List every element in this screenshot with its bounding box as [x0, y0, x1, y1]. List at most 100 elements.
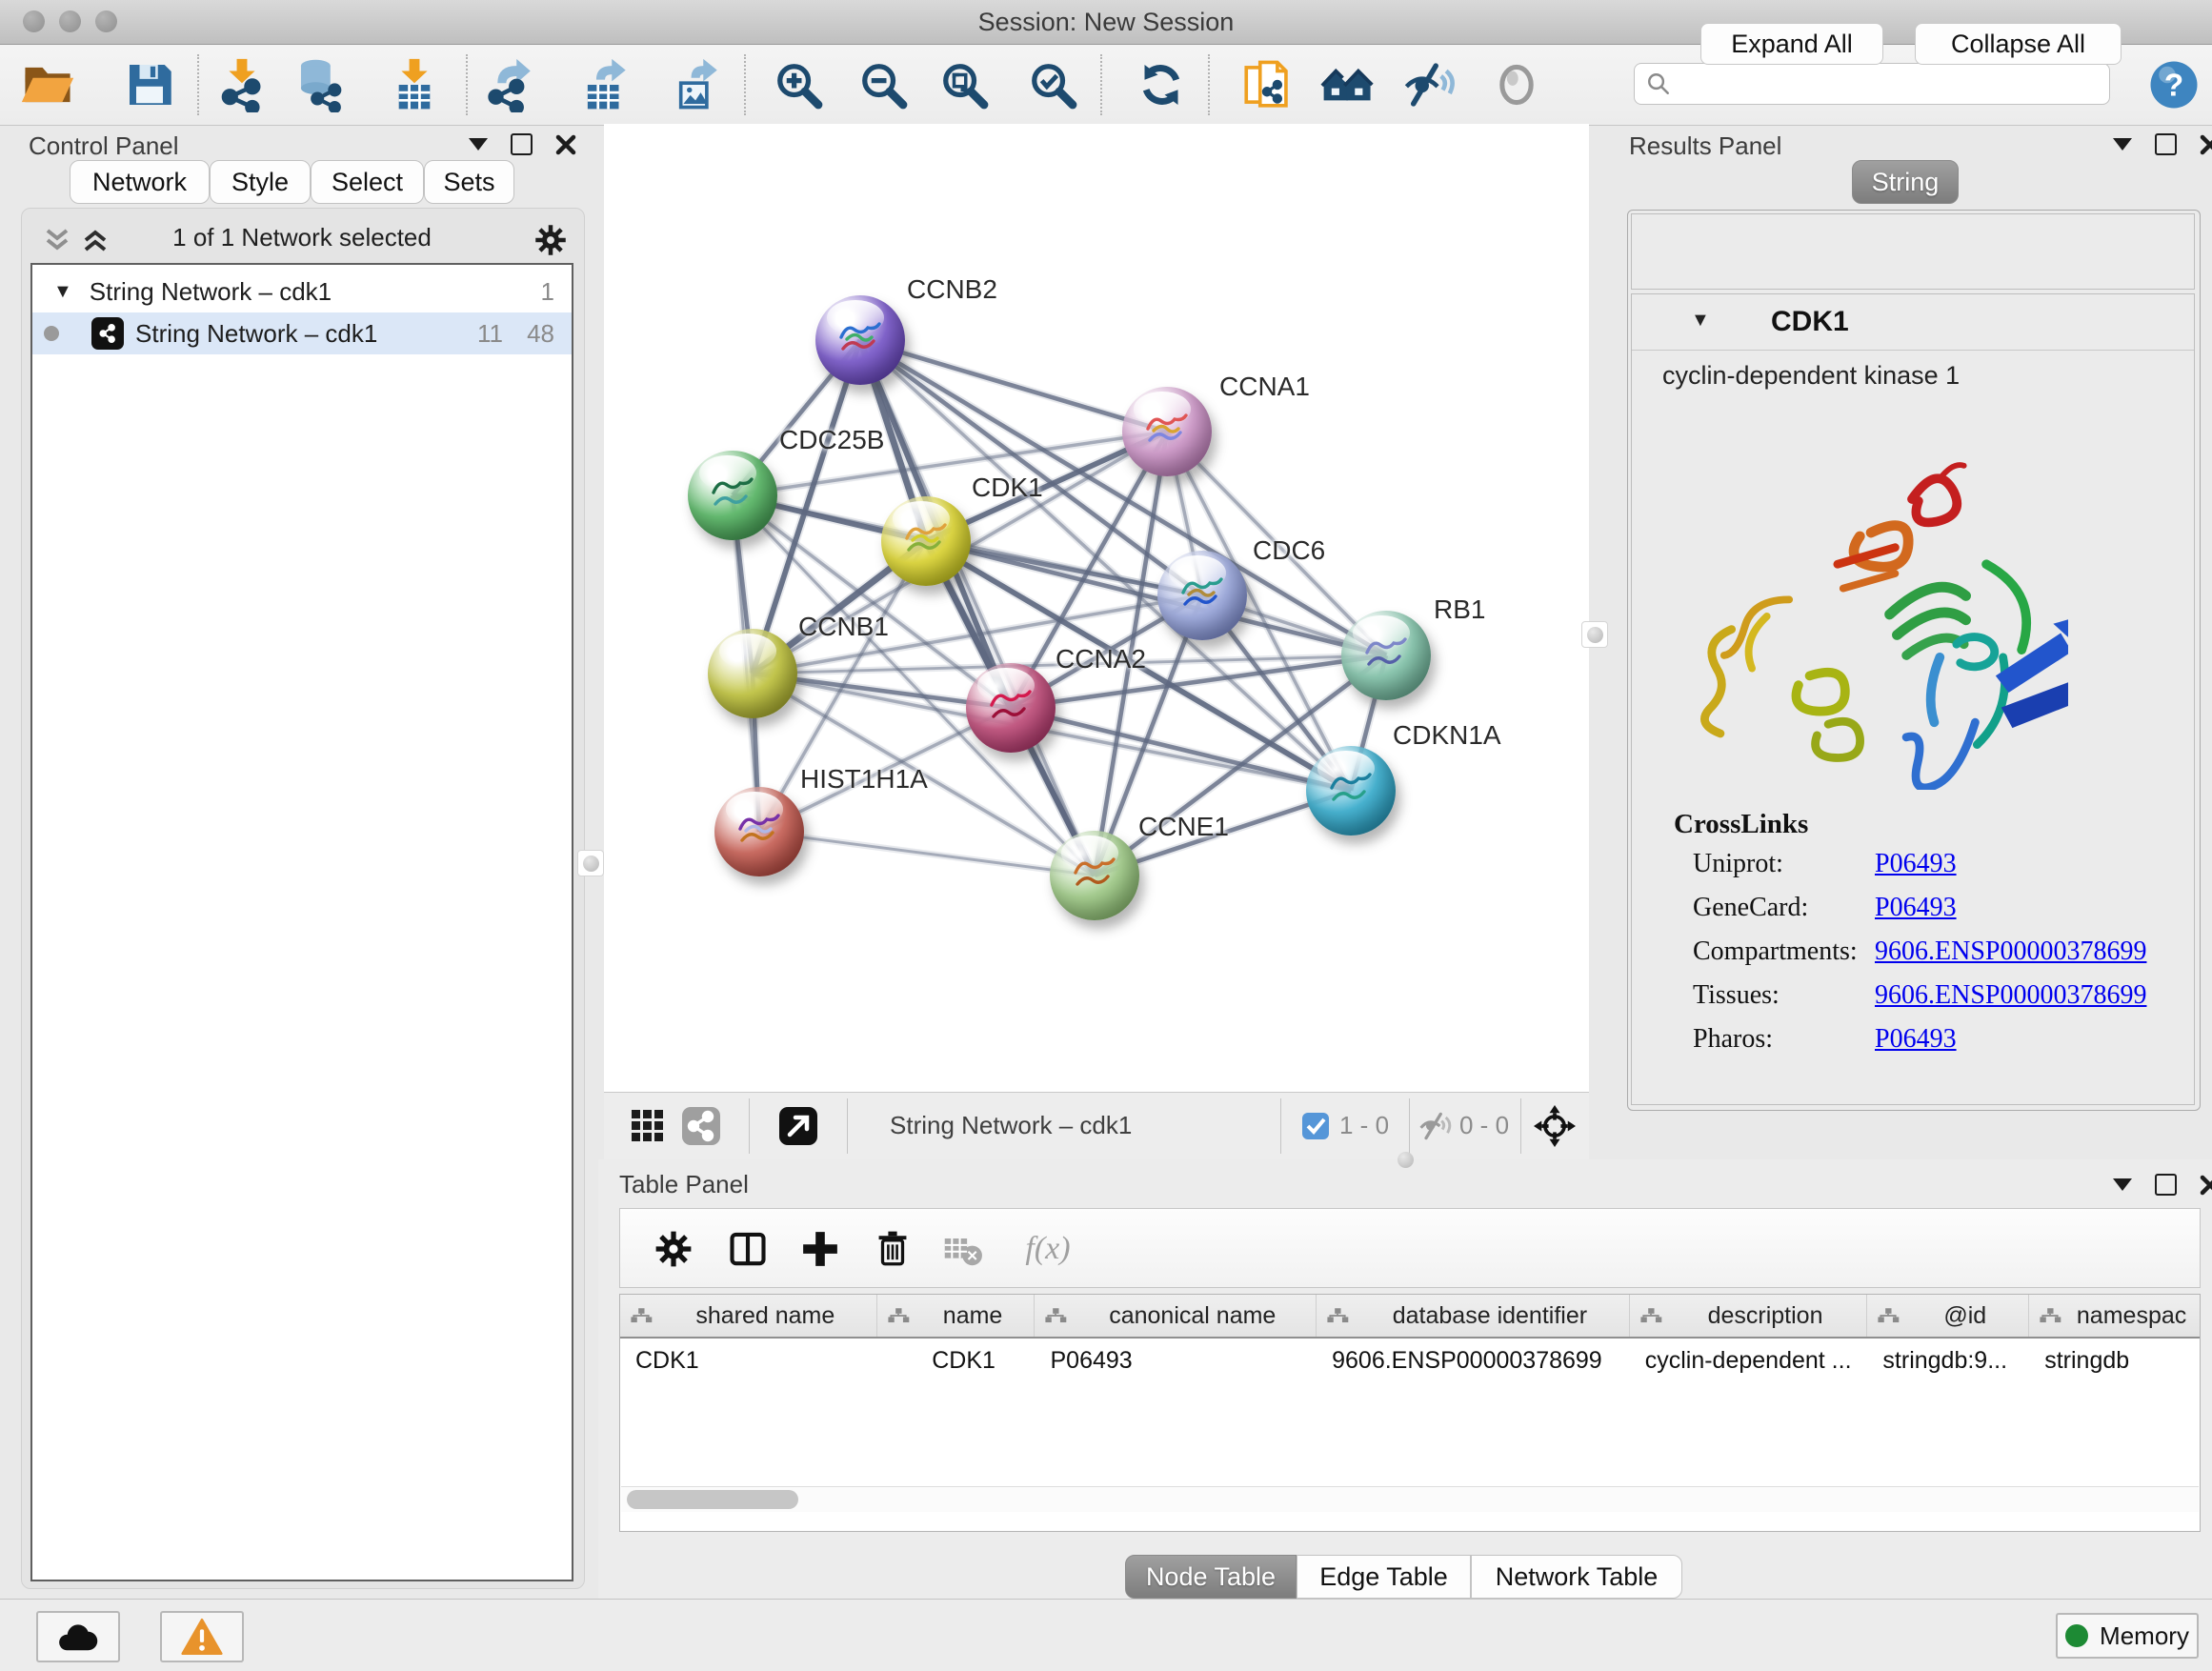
network-row-selected[interactable]: String Network – cdk1 11 48: [32, 312, 572, 354]
cell-id[interactable]: stringdb:9...: [1867, 1339, 2029, 1382]
tab-node-table[interactable]: Node Table: [1125, 1555, 1297, 1599]
birds-eye-toggle-icon[interactable]: [1534, 1105, 1576, 1147]
create-column-plus-icon[interactable]: [794, 1222, 847, 1276]
cell-database-identifier[interactable]: 9606.ENSP00000378699: [1317, 1339, 1630, 1382]
gene-expander-icon[interactable]: ▼: [1691, 310, 1710, 332]
zoom-in-button[interactable]: [770, 56, 827, 113]
table-settings-gear-icon[interactable]: [647, 1222, 700, 1276]
node-CCNB1[interactable]: [708, 629, 797, 718]
column-header-namespace[interactable]: namespac: [2029, 1295, 2200, 1337]
view-mode-icon[interactable]: [680, 1105, 722, 1147]
save-session-button[interactable]: [121, 56, 178, 113]
scrollbar-thumb[interactable]: [627, 1490, 798, 1509]
node-HIST1H1A[interactable]: [714, 787, 804, 876]
collapse-all-button[interactable]: Collapse All: [1915, 23, 2122, 65]
column-header-shared-name[interactable]: shared name: [620, 1295, 877, 1337]
node-CDKN1A[interactable]: [1306, 746, 1396, 836]
bottom-splitter-handle[interactable]: [1393, 1147, 1418, 1172]
import-table-icon: [387, 57, 442, 112]
node-CDC25B[interactable]: [688, 451, 777, 540]
cell-canonical-name[interactable]: P06493: [1035, 1339, 1317, 1382]
expand-all-button[interactable]: Expand All: [1700, 23, 1883, 65]
node-CCNA1[interactable]: [1122, 387, 1212, 476]
import-network-from-file-button[interactable]: [213, 56, 271, 113]
node-CDK1[interactable]: [881, 496, 971, 586]
cell-shared-name[interactable]: CDK1: [620, 1339, 877, 1382]
float-panel-icon[interactable]: [2155, 1174, 2177, 1196]
import-table-from-file-button[interactable]: [386, 56, 443, 113]
open-session-button[interactable]: [19, 56, 76, 113]
table-horizontal-scrollbar[interactable]: [621, 1486, 2199, 1512]
tab-style[interactable]: Style: [210, 160, 311, 204]
cell-description[interactable]: cyclin-dependent ...: [1630, 1339, 1868, 1382]
gene-header-row[interactable]: ▼ CDK1: [1632, 294, 2194, 351]
crosslinks-heading: CrossLinks: [1674, 809, 1808, 840]
float-panel-icon[interactable]: [2155, 133, 2177, 155]
tree-icon: [887, 1305, 910, 1326]
first-neighbors-button[interactable]: [1319, 56, 1377, 113]
crosslink-tissues-link[interactable]: 9606.ENSP00000378699: [1875, 980, 2146, 1011]
right-splitter-handle[interactable]: [1581, 621, 1608, 648]
column-header-id[interactable]: @id: [1867, 1295, 2029, 1337]
search-input[interactable]: [1679, 70, 2109, 98]
tab-select[interactable]: Select: [311, 160, 424, 204]
cell-name[interactable]: CDK1: [877, 1339, 1036, 1382]
tab-string[interactable]: String: [1852, 160, 1959, 204]
memory-button[interactable]: Memory: [2056, 1613, 2199, 1659]
grid-mode-icon[interactable]: [627, 1105, 669, 1147]
node-gloss: [719, 634, 776, 670]
close-panel-icon[interactable]: [2200, 1175, 2212, 1196]
gear-icon[interactable]: [533, 223, 568, 257]
show-columns-icon[interactable]: [721, 1222, 774, 1276]
export-image-button[interactable]: [668, 56, 725, 113]
tab-network-table[interactable]: Network Table: [1471, 1555, 1682, 1599]
zoom-fit-button[interactable]: [935, 56, 993, 113]
delete-column-trash-icon[interactable]: [866, 1222, 919, 1276]
hide-selected-button[interactable]: [1400, 56, 1458, 113]
column-header-name[interactable]: name: [877, 1295, 1036, 1337]
column-header-database-identifier[interactable]: database identifier: [1317, 1295, 1630, 1337]
node-CDC6[interactable]: [1157, 551, 1247, 640]
network-canvas[interactable]: CCNB2CCNA1CDC25BCDK1CDC6RB1CCNB1CCNA2CDK…: [604, 124, 1589, 1092]
search-field[interactable]: [1634, 63, 2110, 105]
collection-expander-icon[interactable]: ▼: [53, 281, 72, 303]
crosslink-pharos-link[interactable]: P06493: [1875, 1024, 1957, 1055]
close-panel-icon[interactable]: [555, 134, 576, 155]
table-row[interactable]: CDK1 CDK1 P06493 9606.ENSP00000378699 cy…: [620, 1339, 2200, 1382]
panel-menu-icon[interactable]: [469, 138, 488, 151]
show-all-button[interactable]: [1488, 56, 1545, 113]
zoom-out-button[interactable]: [855, 56, 912, 113]
detach-view-icon[interactable]: [777, 1105, 819, 1147]
crosslink-genecard-link[interactable]: P06493: [1875, 893, 1957, 923]
panel-menu-icon[interactable]: [2113, 1178, 2132, 1191]
column-header-canonical-name[interactable]: canonical name: [1035, 1295, 1317, 1337]
tab-network[interactable]: Network: [70, 160, 210, 204]
selected-checkbox-icon[interactable]: [1299, 1105, 1332, 1147]
cloud-tasks-button[interactable]: [36, 1611, 120, 1662]
panel-menu-icon[interactable]: [2113, 138, 2132, 151]
float-panel-icon[interactable]: [511, 133, 533, 155]
crosslink-uniprot-link[interactable]: P06493: [1875, 849, 1957, 879]
help-button[interactable]: ?: [2145, 56, 2202, 113]
import-network-from-database-button[interactable]: [291, 56, 348, 113]
node-RB1[interactable]: [1341, 611, 1431, 700]
new-network-from-selection-button[interactable]: [1238, 56, 1296, 113]
close-panel-icon[interactable]: [2200, 134, 2212, 155]
zoom-selected-button[interactable]: [1024, 56, 1081, 113]
cell-namespace[interactable]: stringdb: [2029, 1339, 2200, 1382]
apply-layout-button[interactable]: [1133, 56, 1190, 113]
tab-edge-table[interactable]: Edge Table: [1297, 1555, 1471, 1599]
node-CCNA2[interactable]: [966, 663, 1056, 753]
collection-label: String Network – cdk1: [90, 277, 332, 307]
network-list: ▼ String Network – cdk1 1 String Network…: [30, 263, 573, 1581]
tab-sets[interactable]: Sets: [424, 160, 514, 204]
export-network-button[interactable]: [481, 56, 538, 113]
export-table-button[interactable]: [576, 56, 633, 113]
network-collection-row[interactable]: ▼ String Network – cdk1 1: [32, 271, 572, 312]
node-CCNB2[interactable]: [815, 295, 905, 385]
left-splitter-handle[interactable]: [577, 850, 604, 876]
column-header-description[interactable]: description: [1630, 1295, 1868, 1337]
crosslink-compartments-link[interactable]: 9606.ENSP00000378699: [1875, 936, 2146, 967]
node-CCNE1[interactable]: [1050, 831, 1139, 920]
warnings-button[interactable]: [160, 1611, 244, 1662]
